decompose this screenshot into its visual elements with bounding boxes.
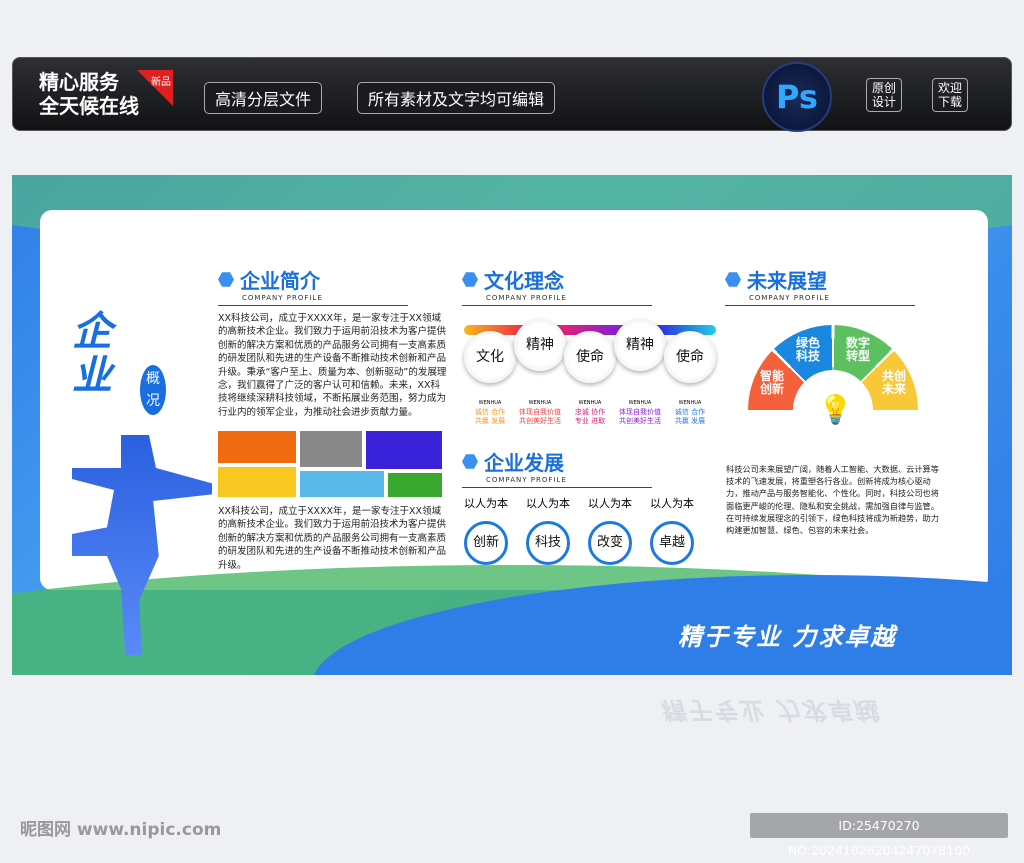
- photo-grid: [218, 431, 442, 497]
- culture-item: 文化: [464, 331, 516, 383]
- culture-tag: WENHUA 诚信 合作 共赢 发展: [664, 399, 716, 426]
- tag-en: WENHUA: [478, 400, 502, 406]
- lightbulb-icon: 💡: [818, 393, 853, 426]
- photoshop-icon: Ps: [762, 62, 832, 132]
- tag-en: WENHUA: [578, 400, 602, 406]
- section-subtitle: COMPANY PROFILE: [486, 294, 567, 302]
- display-board: LOGO 企业 概况 企业简介 COMPANY PROFILE XX科技公司，成…: [12, 175, 1012, 675]
- motto: 精于专业 力求卓越: [678, 623, 897, 651]
- section-subtitle: COMPANY PROFILE: [749, 294, 830, 302]
- download-button[interactable]: 欢迎下载: [932, 78, 968, 112]
- segment-label: 智能创新: [759, 369, 784, 396]
- culture-tag: WENHUA 忠诚 协作 专业 进取: [564, 399, 616, 426]
- tag-en: WENHUA: [528, 400, 552, 406]
- tag-line: 共赢 发展: [474, 417, 506, 425]
- tag-en: WENHUA: [628, 400, 652, 406]
- culture-circle: 使命: [664, 331, 716, 383]
- intro-paragraph-1: XX科技公司，成立于XXXX年，是一家专注于XX领域的高新技术企业。我们致力于运…: [218, 313, 447, 418]
- segment-label: 数字转型: [845, 336, 870, 363]
- tag-line: 忠诚 协作: [574, 408, 606, 416]
- culture-item: 使命: [664, 331, 716, 383]
- tag-line: 专业 进取: [574, 417, 606, 425]
- slogan: 精心服务 全天候在线: [39, 70, 139, 118]
- future-paragraph: 科技公司未来展望广阔，随着人工智能、大数据、云计算等技术的飞速发展，将重塑各行各…: [726, 464, 939, 536]
- development-step: 以人为本 卓越: [650, 495, 694, 565]
- segment-label: 共创未来: [881, 369, 906, 396]
- photo: [366, 431, 442, 469]
- development-step: 以人为本 创新: [464, 495, 508, 565]
- slogan-line-2: 全天候在线: [39, 94, 139, 118]
- tag-line: 体现自我价值: [619, 408, 661, 416]
- culture-circle: 精神: [614, 319, 666, 371]
- editable-pill: 所有素材及文字均可编辑: [357, 82, 556, 114]
- development-step: 以人为本 科技: [526, 495, 570, 565]
- side-title: 企业: [72, 309, 112, 399]
- step-caption: 以人为本: [526, 497, 570, 510]
- logo: LOGO: [70, 219, 139, 244]
- development-steps: 以人为本创新 以人为本科技 以人为本改变 以人为本卓越: [464, 495, 694, 565]
- motto-reflection: 精于专业 力求卓越: [660, 696, 879, 724]
- photo: [300, 471, 384, 497]
- section-title: 企业简介: [240, 269, 320, 293]
- culture-circle: 精神: [514, 319, 566, 371]
- section-subtitle: COMPANY PROFILE: [242, 294, 323, 302]
- future-fan: 智能创新 绿色科技 数字转型 共创未来 💡: [748, 325, 918, 495]
- original-design-button[interactable]: 原创设计: [866, 78, 902, 112]
- image-id: ID:25470270 NO:20241026204247078100: [750, 813, 1008, 858]
- culture-item: 使命: [564, 331, 616, 383]
- layered-file-pill: 高清分层文件: [204, 82, 323, 114]
- culture-item: 精神: [514, 319, 566, 371]
- tag-line: 诚信 合作: [474, 408, 506, 416]
- tag-en: WENHUA: [678, 400, 702, 406]
- photo: [300, 431, 362, 467]
- hexagon-icon: [462, 272, 478, 287]
- culture-circle: 文化: [464, 331, 516, 383]
- tag-line: 共赢 发展: [674, 417, 706, 425]
- hexagon-icon: [725, 272, 741, 287]
- divider: [462, 305, 652, 306]
- intro-paragraph-2: XX科技公司，成立于XXXX年，是一家专注于XX领域的高新技术企业。我们致力于运…: [218, 506, 447, 571]
- tag-line: 体现自我价值: [519, 408, 561, 416]
- watermark: 昵图网 www.nipic.com: [20, 820, 222, 840]
- step-ring: 科技: [526, 521, 570, 565]
- culture-tag: WENHUA 体现自我价值 共创美好生活: [614, 399, 666, 426]
- culture-item: 精神: [614, 319, 666, 371]
- photo: [218, 431, 296, 463]
- step-caption: 以人为本: [588, 497, 632, 510]
- culture-section: 文化理念 COMPANY PROFILE: [462, 265, 652, 306]
- divider: [725, 305, 915, 306]
- tag-line: 诚信 合作: [674, 408, 706, 416]
- development-step: 以人为本 改变: [588, 495, 632, 565]
- development-section: 企业发展 COMPANY PROFILE: [462, 447, 652, 488]
- future-section: 未来展望 COMPANY PROFILE: [725, 265, 915, 306]
- culture-tag: WENHUA 体现自我价值 共创美好生活: [514, 399, 566, 426]
- segment-label: 绿色科技: [795, 336, 820, 363]
- photo: [388, 473, 442, 497]
- slogan-line-1: 精心服务: [39, 70, 119, 94]
- tag-line: 共创美好生活: [519, 417, 561, 425]
- section-subtitle: COMPANY PROFILE: [486, 476, 567, 484]
- divider: [462, 487, 652, 488]
- culture-tag: WENHUA 诚信 合作 共赢 发展: [464, 399, 516, 426]
- culture-chain: 文化 精神 使命 精神 使命 WENHUA 诚信 合作 共赢 发展 WENHUA 体现…: [464, 319, 716, 429]
- tag-line: 共创美好生活: [619, 417, 661, 425]
- hexagon-icon: [218, 272, 234, 287]
- step-caption: 以人为本: [650, 497, 694, 510]
- intro-section: 企业简介 COMPANY PROFILE: [218, 265, 408, 306]
- step-ring: 改变: [588, 521, 632, 565]
- section-title: 未来展望: [747, 269, 827, 293]
- section-title: 企业发展: [484, 451, 564, 475]
- culture-circle: 使命: [564, 331, 616, 383]
- divider: [218, 305, 408, 306]
- photo: [218, 467, 296, 497]
- side-subtitle: 概况: [140, 365, 166, 415]
- step-caption: 以人为本: [464, 497, 508, 510]
- section-title: 文化理念: [484, 269, 564, 293]
- step-ring: 创新: [464, 521, 508, 565]
- hexagon-icon: [462, 454, 478, 469]
- step-ring: 卓越: [650, 521, 694, 565]
